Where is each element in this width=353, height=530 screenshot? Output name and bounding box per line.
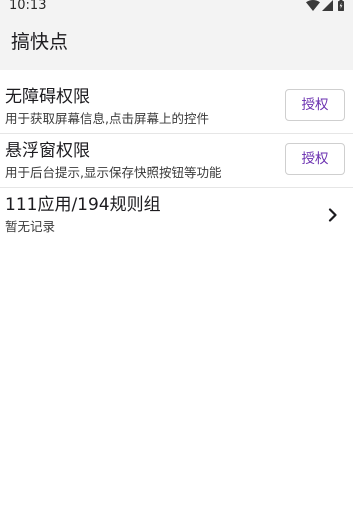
grant-overlay-button[interactable]: 授权	[285, 143, 345, 175]
rules-summary-title: 111应用/194规则组	[5, 195, 161, 215]
permission-description: 用于获取屏幕信息,点击屏幕上的控件	[5, 111, 209, 126]
overlay-permission-row: 悬浮窗权限 用于后台提示,显示保存快照按钮等功能 授权	[0, 134, 353, 188]
status-bar: 10:13	[0, 0, 353, 14]
permission-description: 用于后台提示,显示保存快照按钮等功能	[5, 165, 222, 180]
signal-icon	[322, 0, 333, 11]
status-icons	[306, 0, 344, 11]
rules-summary-row[interactable]: 111应用/194规则组 暂无记录	[0, 188, 353, 240]
chevron-right-icon	[327, 207, 339, 222]
permission-title: 无障碍权限	[5, 87, 90, 107]
wifi-icon	[306, 0, 320, 11]
permission-title: 悬浮窗权限	[5, 141, 90, 161]
app-title: 搞快点	[11, 31, 69, 53]
rules-summary-subtitle: 暂无记录	[5, 219, 56, 234]
accessibility-permission-row: 无障碍权限 用于获取屏幕信息,点击屏幕上的控件 授权	[0, 80, 353, 134]
grant-accessibility-button[interactable]: 授权	[285, 89, 345, 121]
status-time: 10:13	[9, 0, 47, 13]
battery-icon	[338, 0, 344, 11]
main-content: 无障碍权限 用于获取屏幕信息,点击屏幕上的控件 授权 悬浮窗权限 用于后台提示,…	[0, 80, 353, 240]
app-bar: 搞快点	[0, 14, 353, 70]
